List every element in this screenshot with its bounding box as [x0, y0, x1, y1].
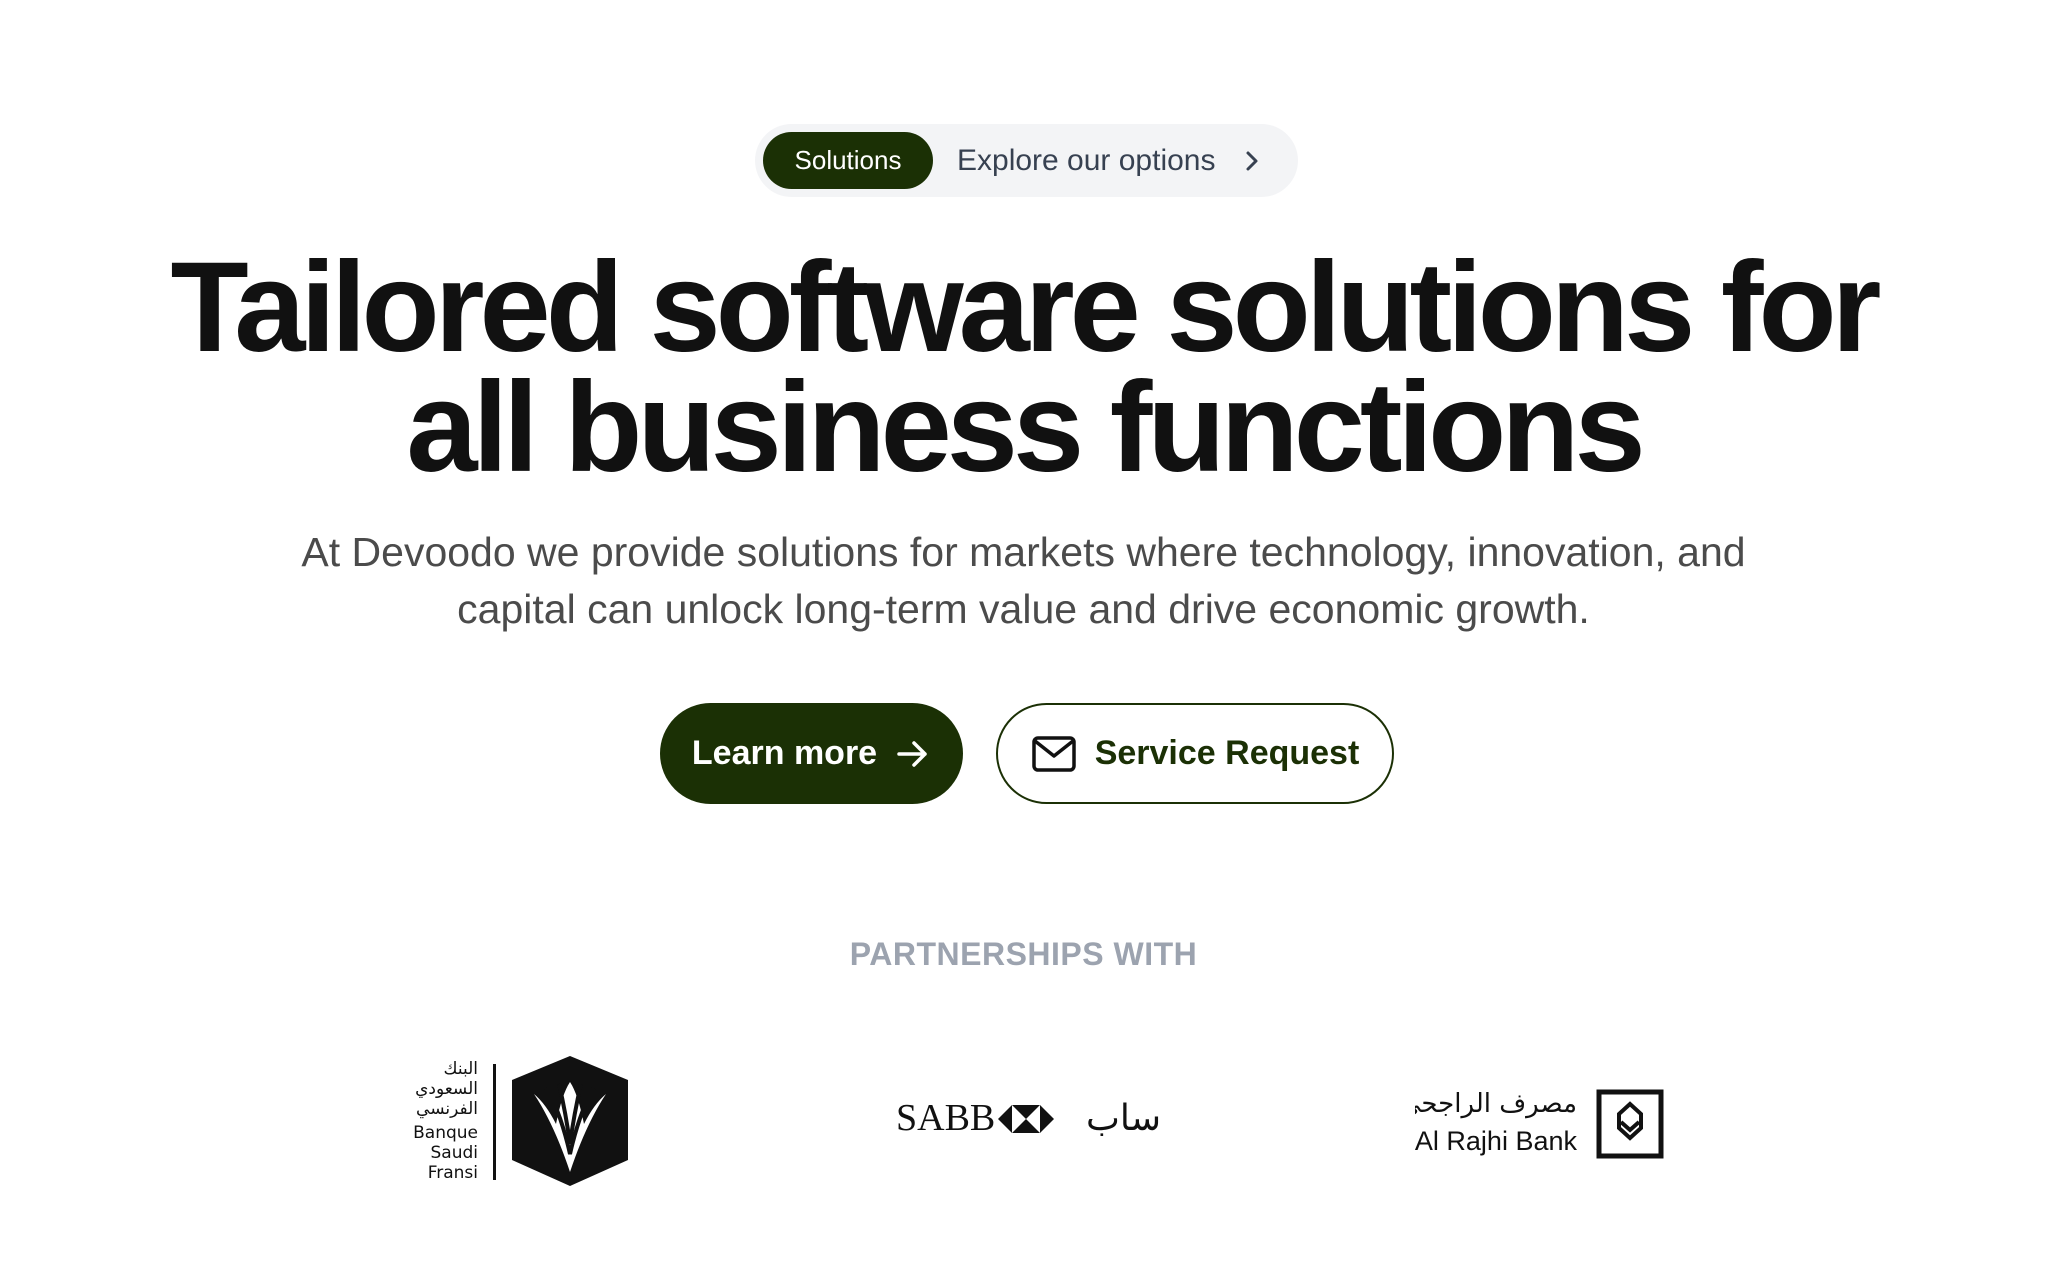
svg-text:الفرنسي: الفرنسي — [416, 1099, 478, 1119]
al-rajhi-bank-logo: مصرف الراجحي Al Rajhi Bank — [1415, 1089, 1664, 1159]
page-title: Tailored software solutions for all busi… — [0, 236, 2047, 499]
learn-more-button[interactable]: Learn more — [660, 703, 963, 804]
svg-text:Banque: Banque — [413, 1123, 478, 1143]
mail-icon — [1031, 735, 1076, 772]
title-line-1: Tailored software solutions for — [170, 236, 1882, 379]
svg-text:Saudi: Saudi — [431, 1143, 479, 1163]
partners-heading: PARTNERSHIPS WITH — [849, 936, 1198, 972]
banque-saudi-fransi-logo: البنك السعودي الفرنسي Banque Saudi Frans… — [413, 1056, 628, 1186]
solutions-badge: Solutions — [763, 132, 933, 189]
hero-section: Solutions Explore our options Tailored s… — [0, 0, 2047, 1288]
service-request-button[interactable]: Service Request — [996, 703, 1394, 804]
svg-text:مصرف الراجحي: مصرف الراجحي — [1415, 1089, 1577, 1119]
service-request-label: Service Request — [1094, 734, 1360, 772]
svg-text:السعودي: السعودي — [415, 1079, 478, 1099]
svg-text:SABB: SABB — [896, 1097, 995, 1139]
svg-text:Fransi: Fransi — [428, 1163, 478, 1183]
arrow-right-icon — [897, 740, 927, 767]
hero-subtitle: At Devoodo we provide solutions for mark… — [301, 529, 1746, 632]
chevron-right-icon — [1240, 149, 1264, 173]
svg-text:ساب: ساب — [1086, 1098, 1161, 1139]
announcement-pill[interactable]: Solutions Explore our options — [755, 124, 1298, 197]
sabb-logo: SABB ساب — [896, 1097, 1161, 1139]
announcement-text[interactable]: Explore our options — [957, 144, 1216, 178]
svg-text:Al Rajhi Bank: Al Rajhi Bank — [1415, 1126, 1577, 1156]
learn-more-label: Learn more — [691, 734, 878, 772]
svg-text:البنك: البنك — [444, 1059, 479, 1079]
title-line-2: all business functions — [406, 356, 1645, 499]
